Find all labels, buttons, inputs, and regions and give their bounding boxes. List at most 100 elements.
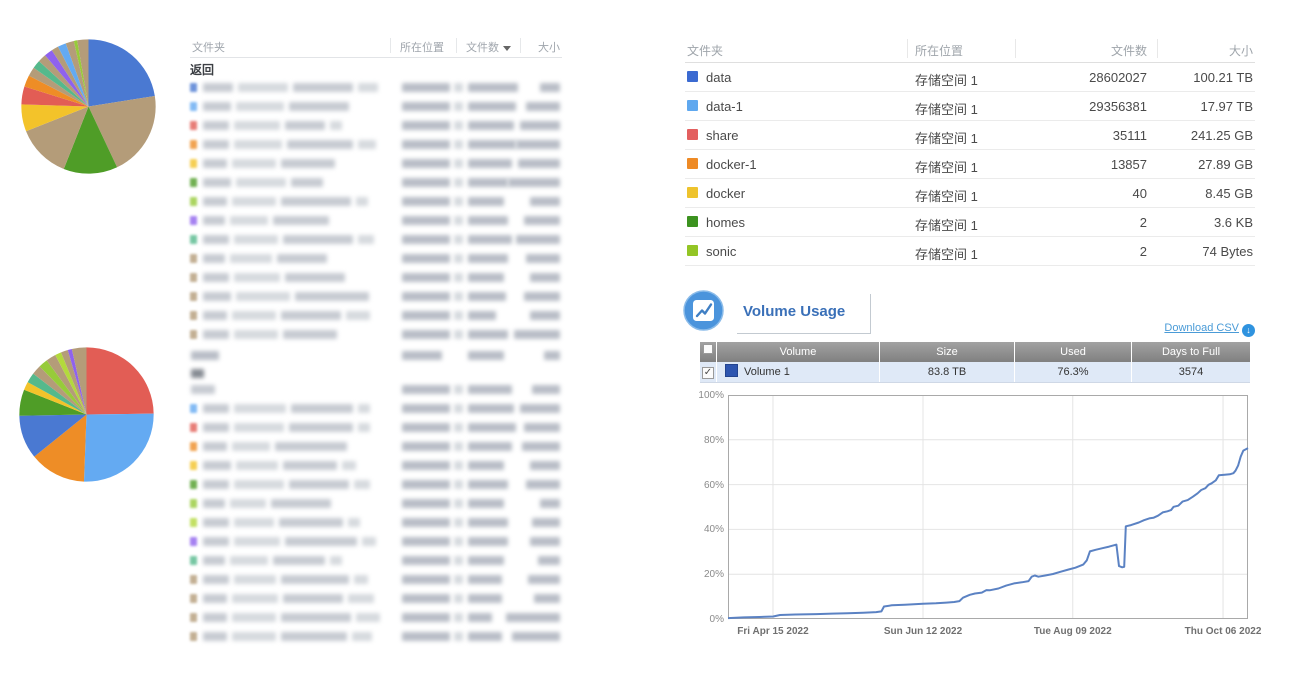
table-row[interactable]	[190, 494, 562, 513]
table-row[interactable]	[190, 532, 562, 551]
redacted-text-block	[468, 556, 504, 565]
folder-row-data[interactable]: data存储空间 128602027100.21 TB	[685, 63, 1255, 92]
table-row[interactable]	[190, 513, 562, 532]
folder-color-icon	[190, 140, 197, 149]
download-csv-link[interactable]: Download CSV↓	[1135, 322, 1255, 338]
redacted-text-block	[468, 254, 508, 263]
redacted-text-block	[238, 83, 288, 92]
table-row[interactable]	[190, 249, 562, 268]
table-row[interactable]	[190, 456, 562, 475]
redacted-text-block	[468, 594, 502, 603]
redacted-back-link[interactable]	[190, 364, 562, 380]
redacted-text-block	[402, 442, 450, 451]
redacted-text-block	[203, 330, 229, 339]
table-row[interactable]	[190, 173, 562, 192]
redacted-text-block	[234, 423, 284, 432]
redacted-text-block	[402, 423, 450, 432]
redacted-text-block	[402, 235, 450, 244]
table-row[interactable]	[190, 268, 562, 287]
redacted-text-block	[524, 216, 560, 225]
folder-color-icon	[190, 254, 197, 263]
table-row[interactable]	[190, 116, 562, 135]
redacted-text-block	[538, 556, 560, 565]
folder-color-icon	[687, 187, 698, 198]
redacted-text-block	[526, 102, 560, 111]
table-row[interactable]	[190, 306, 562, 325]
column-header-size[interactable]: 大小	[1229, 42, 1253, 59]
redacted-text-block	[203, 594, 227, 603]
table-row[interactable]	[190, 589, 562, 608]
redacted-text-block	[454, 385, 463, 394]
redacted-text-block	[454, 575, 463, 584]
folder-location: 存储空间 1	[915, 244, 978, 263]
redacted-text-block	[230, 556, 268, 565]
table-row[interactable]	[190, 551, 562, 570]
redacted-text-block	[281, 197, 351, 206]
redacted-text-block	[203, 102, 231, 111]
table-row[interactable]	[190, 135, 562, 154]
column-header-folder[interactable]: 文件夹	[192, 39, 225, 55]
redacted-text-block	[203, 311, 227, 320]
table-row[interactable]	[190, 627, 562, 646]
select-all-cell[interactable]	[700, 342, 717, 362]
volume-row[interactable]: Volume 1 83.8 TB 76.3% 3574	[700, 362, 1250, 383]
table-row[interactable]	[190, 287, 562, 306]
redacted-text-block	[281, 311, 341, 320]
folder-color-icon	[190, 442, 197, 451]
redacted-text-block	[203, 461, 231, 470]
folder-color-icon	[190, 518, 197, 527]
table-row[interactable]	[190, 78, 562, 97]
redacted-text-block	[506, 613, 560, 622]
table-row[interactable]	[190, 570, 562, 589]
redacted-text-block	[203, 518, 229, 527]
section-title: Volume Usage	[743, 303, 845, 320]
folder-row-share[interactable]: share存储空间 135111241.25 GB	[685, 121, 1255, 150]
table-row[interactable]	[190, 437, 562, 456]
folder-row-homes[interactable]: homes存储空间 123.6 KB	[685, 208, 1255, 237]
table-row[interactable]	[190, 154, 562, 173]
folder-row-data-1[interactable]: data-1存储空间 12935638117.97 TB	[685, 92, 1255, 121]
folder-color-icon	[190, 311, 197, 320]
column-header-count-sorted[interactable]: 文件数	[466, 39, 511, 55]
redacted-text-block	[468, 83, 518, 92]
redacted-text-block	[203, 404, 229, 413]
redacted-text-block	[203, 178, 231, 187]
row-checkbox[interactable]	[702, 367, 714, 379]
column-header-folder[interactable]: 文件夹	[687, 42, 723, 59]
table-row[interactable]	[190, 608, 562, 627]
y-axis-tick-label: 20%	[684, 569, 724, 580]
table-row[interactable]	[190, 230, 562, 249]
folder-row-docker-1[interactable]: docker-1存储空间 11385727.89 GB	[685, 150, 1255, 179]
redacted-text-block	[358, 423, 370, 432]
folder-row-docker[interactable]: docker存储空间 1408.45 GB	[685, 179, 1255, 208]
redacted-text-block	[234, 140, 282, 149]
table-row[interactable]	[190, 192, 562, 211]
redacted-text-block	[273, 556, 325, 565]
table-row[interactable]	[190, 97, 562, 116]
column-header-location[interactable]: 所在位置	[400, 39, 444, 55]
redacted-text-block	[234, 537, 280, 546]
redacted-text-block	[348, 518, 360, 527]
table-row[interactable]	[190, 380, 562, 399]
table-row[interactable]	[190, 211, 562, 230]
table-row[interactable]	[190, 475, 562, 494]
column-header-count[interactable]: 文件数	[1111, 42, 1147, 59]
back-link[interactable]: 返回	[190, 58, 562, 78]
folder-row-sonic[interactable]: sonic存储空间 1274 Bytes	[685, 237, 1255, 266]
table-row[interactable]	[190, 399, 562, 418]
redacted-text-block	[293, 83, 353, 92]
redacted-text-block	[454, 273, 463, 282]
x-axis-tick-label: Fri Apr 15 2022	[737, 626, 808, 637]
row-select-cell[interactable]	[700, 362, 717, 382]
column-header-size[interactable]: 大小	[538, 39, 560, 55]
table-row[interactable]	[190, 325, 562, 344]
select-all-checkbox[interactable]	[703, 344, 713, 354]
redacted-text-block	[291, 178, 323, 187]
redacted-text-block	[402, 197, 450, 206]
redacted-text-block	[402, 537, 450, 546]
redacted-text-block	[273, 216, 329, 225]
column-header-location[interactable]: 所在位置	[915, 42, 963, 59]
redacted-text-block	[289, 480, 349, 489]
redacted-text-block	[402, 102, 450, 111]
table-row[interactable]	[190, 418, 562, 437]
